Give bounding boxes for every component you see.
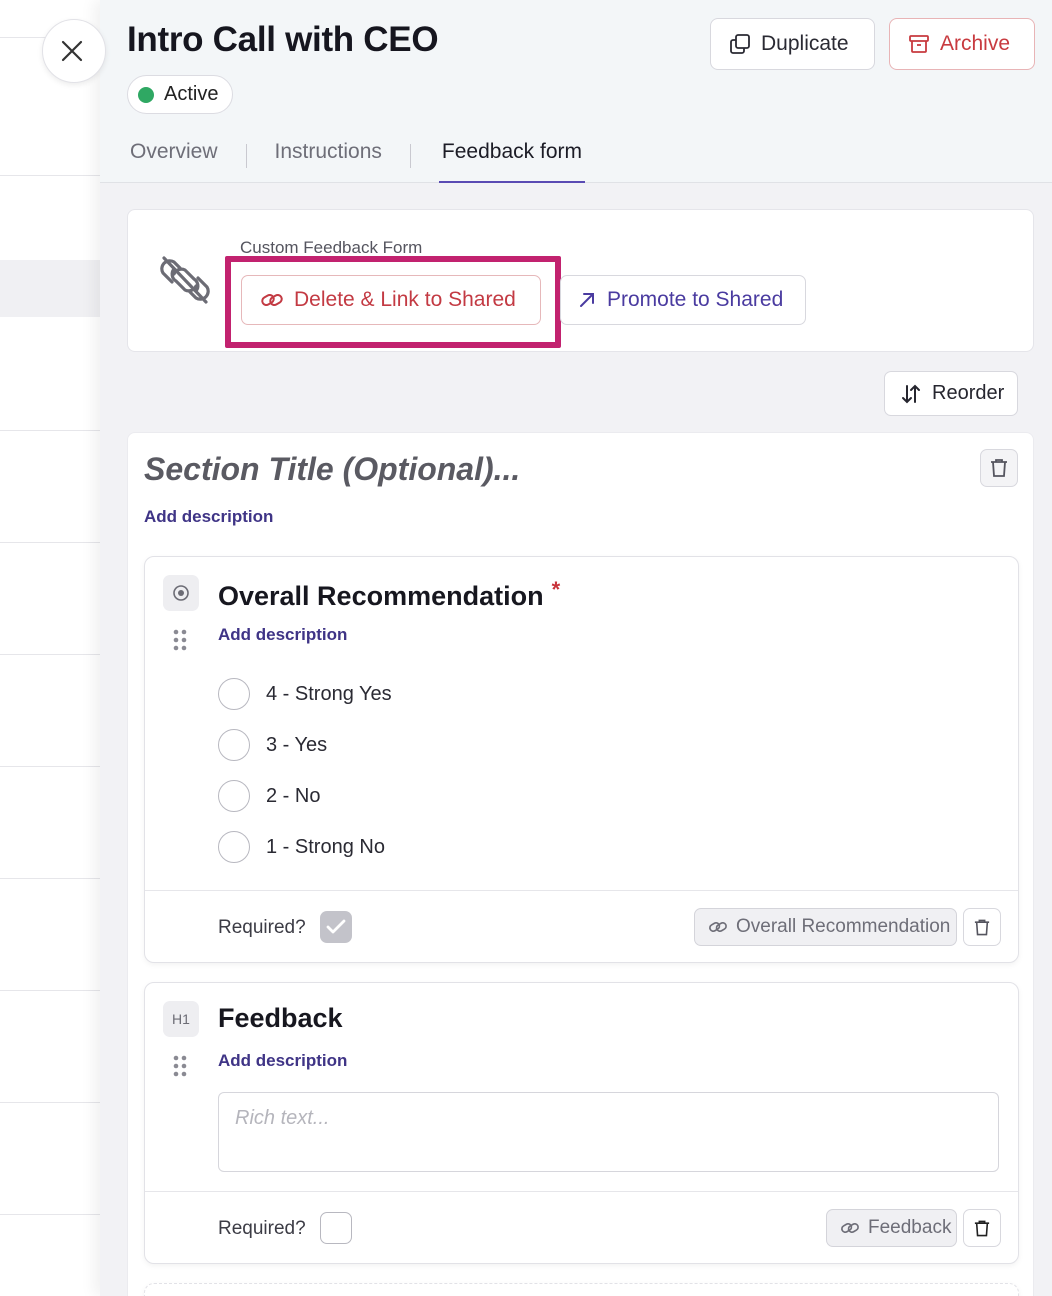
radio-option: 4 - Strong Yes: [218, 678, 392, 710]
background-row-selected: [0, 260, 100, 317]
radio-type-icon: [163, 575, 199, 611]
archive-button[interactable]: Archive: [889, 18, 1035, 70]
tab-overview[interactable]: Overview: [130, 130, 218, 183]
duplicate-icon: [730, 34, 750, 54]
duplicate-label: Duplicate: [761, 32, 849, 55]
link-pill-label: Feedback: [868, 1217, 952, 1238]
reorder-label: Reorder: [932, 382, 1005, 404]
tab-bar: Overview Instructions Feedback form: [130, 130, 585, 183]
link-pill-label: Overall Recommendation: [736, 916, 951, 937]
close-icon: [61, 40, 83, 62]
promote-to-shared-button[interactable]: Promote to Shared: [560, 275, 806, 325]
trash-icon: [974, 919, 990, 935]
link-icon: [841, 1223, 859, 1234]
option-label: 1 - Strong No: [266, 835, 385, 858]
delete-section-button[interactable]: [980, 449, 1018, 487]
question-title-text: Overall Recommendation: [218, 581, 544, 611]
question-title[interactable]: Feedback: [218, 1003, 343, 1034]
background-list: [0, 0, 100, 1296]
background-row-divider: [0, 766, 100, 767]
custom-form-label: Custom Feedback Form: [240, 238, 423, 257]
background-row-divider: [0, 175, 100, 176]
background-row-divider: [0, 878, 100, 879]
status-badge: Active: [127, 75, 234, 114]
background-row-divider: [0, 542, 100, 543]
tab-instructions[interactable]: Instructions: [275, 130, 382, 183]
background-row-divider: [0, 1214, 100, 1215]
delete-question-button[interactable]: [963, 908, 1001, 946]
question-card-partial: [144, 1283, 1019, 1296]
shared-question-link-button[interactable]: Feedback: [826, 1209, 957, 1247]
arrow-up-right-icon: [580, 293, 594, 307]
required-asterisk: *: [551, 577, 561, 602]
drag-handle-icon[interactable]: [173, 1055, 187, 1077]
question-title[interactable]: Overall Recommendation *: [218, 577, 560, 612]
form-section: Section Title (Optional)... Add descript…: [127, 432, 1034, 1296]
trash-icon: [974, 1220, 990, 1236]
promote-label: Promote to Shared: [607, 288, 784, 311]
radio-option: 2 - No: [218, 780, 320, 812]
option-label: 3 - Yes: [266, 733, 328, 756]
interview-drawer: Intro Call with CEO Active Duplicate Arc…: [100, 0, 1052, 1296]
question-card: H1 Feedback Add description Rich text...…: [144, 982, 1019, 1264]
radio-button[interactable]: [218, 831, 250, 863]
duplicate-button[interactable]: Duplicate: [710, 18, 875, 70]
radio-button[interactable]: [218, 780, 250, 812]
question-card: Overall Recommendation * Add description …: [144, 556, 1019, 963]
tab-divider: [409, 144, 411, 168]
required-checkbox[interactable]: [320, 1212, 352, 1244]
radio-button[interactable]: [218, 729, 250, 761]
link-icon: [261, 294, 283, 306]
reorder-button[interactable]: Reorder: [884, 371, 1018, 416]
option-label: 2 - No: [266, 784, 321, 807]
background-row-divider: [0, 1102, 100, 1103]
trash-icon: [991, 459, 1007, 477]
section-add-description-link[interactable]: Add description: [144, 507, 273, 527]
status-label: Active: [164, 83, 219, 105]
shared-question-link-button[interactable]: Overall Recommendation: [694, 908, 957, 946]
archive-icon: [909, 35, 929, 53]
link-icon: [709, 922, 727, 932]
background-row-divider: [0, 990, 100, 991]
rich-text-input[interactable]: Rich text...: [218, 1092, 999, 1172]
question-footer: Required? Feedback: [145, 1191, 1018, 1264]
question-footer: Required? Overall Recommendation: [145, 890, 1018, 963]
close-drawer-button[interactable]: [42, 19, 106, 83]
delete-question-button[interactable]: [963, 1209, 1001, 1247]
archive-label: Archive: [940, 32, 1011, 55]
question-add-description-link[interactable]: Add description: [218, 1051, 347, 1071]
delete-link-label: Delete & Link to Shared: [294, 288, 516, 311]
custom-form-card: Custom Feedback Form Delete & Link to Sh…: [127, 209, 1034, 352]
drag-handle-icon[interactable]: [173, 629, 187, 651]
delete-link-to-shared-button[interactable]: Delete & Link to Shared: [241, 275, 541, 325]
tab-feedback-form[interactable]: Feedback form: [438, 130, 585, 183]
required-checkbox[interactable]: [320, 911, 352, 943]
section-title-input[interactable]: Section Title (Optional)...: [144, 451, 520, 488]
checkmark-icon: [326, 919, 346, 934]
radio-option: 1 - Strong No: [218, 831, 385, 863]
page-title: Intro Call with CEO: [127, 20, 439, 59]
question-add-description-link[interactable]: Add description: [218, 625, 347, 645]
required-label: Required?: [218, 1218, 306, 1239]
sort-arrows-icon: [902, 384, 920, 403]
option-label: 4 - Strong Yes: [266, 682, 392, 705]
drawer-header: Intro Call with CEO Active Duplicate Arc…: [100, 0, 1052, 183]
tab-divider: [245, 144, 247, 168]
required-label: Required?: [218, 917, 306, 938]
background-row-divider: [0, 654, 100, 655]
radio-option: 3 - Yes: [218, 729, 327, 761]
heading-type-icon: H1: [163, 1001, 199, 1037]
background-row-divider: [0, 430, 100, 431]
status-dot-icon: [138, 86, 154, 103]
unlink-icon: [160, 256, 210, 304]
radio-button[interactable]: [218, 678, 250, 710]
